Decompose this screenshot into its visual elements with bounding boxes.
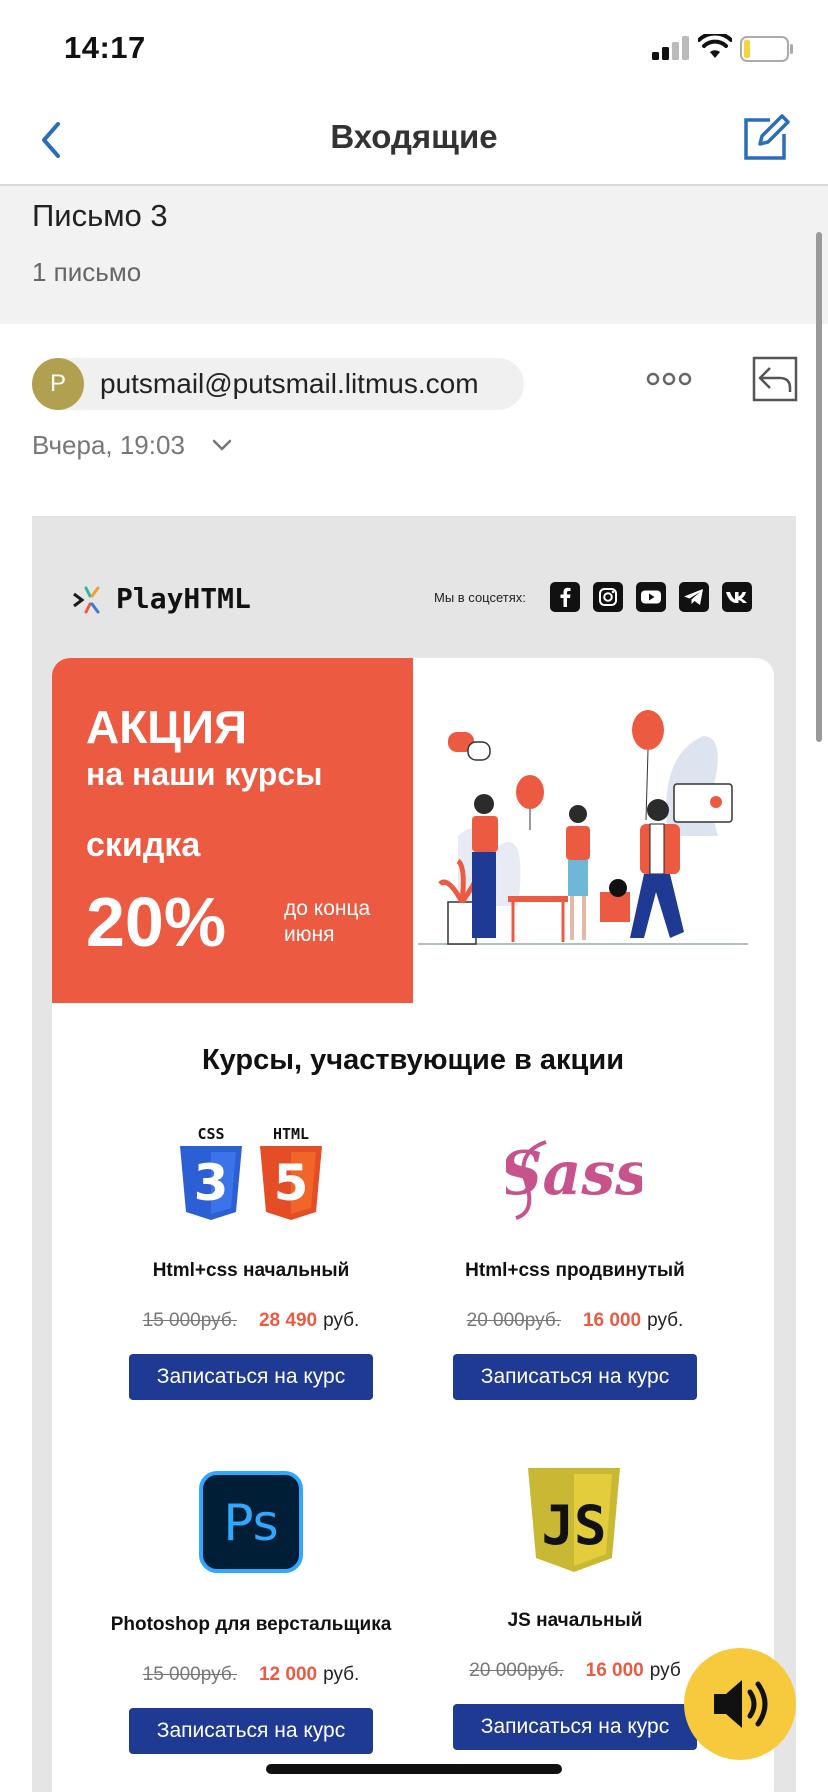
course-name: Html+css продвинутый xyxy=(465,1260,685,1281)
course-name: JS начальный xyxy=(507,1610,643,1631)
nav-title: Входящие xyxy=(330,118,498,155)
speaker-icon xyxy=(714,1680,768,1728)
sass-logo-icon: Sass xyxy=(506,1139,642,1220)
photoshop-logo-icon: Ps xyxy=(199,1471,303,1573)
enroll-button[interactable]: Записаться на курс xyxy=(129,1708,373,1754)
facebook-icon[interactable] xyxy=(550,582,580,612)
svg-text:3: 3 xyxy=(194,1154,229,1212)
html5-logo-icon: HTML 5 xyxy=(260,1125,322,1220)
thread-message-count: 1 письмо xyxy=(32,257,142,287)
message-date[interactable]: Вчера, 19:03 xyxy=(32,430,185,461)
currency: руб. xyxy=(323,1664,360,1685)
course-price: 20 000руб. 16 000 руб. xyxy=(410,1310,740,1332)
battery-icon xyxy=(740,36,793,62)
course-name: Photoshop для верстальщика xyxy=(110,1614,392,1635)
svg-text:Sass: Sass xyxy=(506,1139,642,1209)
playhtml-logo-icon xyxy=(73,586,100,614)
scrollbar[interactable] xyxy=(816,232,822,742)
js-logo-icon: JS xyxy=(528,1468,620,1572)
css-logo-icon: CSS 3 xyxy=(180,1125,242,1220)
compose-icon[interactable] xyxy=(740,114,790,164)
section-title: Курсы, участвующие в акции xyxy=(201,1044,625,1076)
new-price: 16 000 xyxy=(585,1660,644,1681)
enroll-button[interactable]: Записаться на курс xyxy=(129,1354,373,1400)
cellular-signal-icon xyxy=(652,36,689,60)
old-price: 20 000руб. xyxy=(469,1660,564,1681)
course-price: 15 000руб. 28 490 руб. xyxy=(86,1310,416,1332)
new-price: 12 000 xyxy=(258,1664,318,1685)
enroll-button[interactable]: Записаться на курс xyxy=(453,1354,697,1400)
promo-heading: АКЦИЯ xyxy=(86,701,248,753)
promo-until: до конца июня xyxy=(284,897,371,946)
course-price: 15 000руб. 12 000 руб. xyxy=(86,1664,416,1686)
sender-email[interactable]: putsmail@putsmail.litmus.com xyxy=(100,368,479,400)
currency: руб. xyxy=(323,1310,360,1331)
home-indicator[interactable] xyxy=(266,1764,562,1774)
social-label: Мы в соцсетях: xyxy=(434,590,526,605)
status-time: 14:17 xyxy=(64,30,146,65)
old-price: 15 000руб. xyxy=(142,1664,237,1685)
currency: руб xyxy=(649,1660,681,1681)
old-price: 15 000руб. xyxy=(142,1310,237,1331)
telegram-icon[interactable] xyxy=(679,582,709,612)
new-price: 28 490 xyxy=(258,1310,318,1331)
promo-subheading: на наши курсы xyxy=(86,756,323,792)
wifi-icon xyxy=(698,34,732,58)
promo-illustration xyxy=(418,710,748,945)
svg-text:5: 5 xyxy=(274,1154,309,1212)
html-logo-label: HTML xyxy=(273,1125,309,1143)
ps-logo-label: Ps xyxy=(223,1494,278,1552)
new-price: 16 000 xyxy=(582,1310,642,1331)
more-options-icon[interactable] xyxy=(646,372,692,386)
avatar: P xyxy=(32,358,84,410)
brand-name: PlayHTML xyxy=(116,582,251,615)
promo-discount-label: скидка xyxy=(86,826,201,864)
course-name: Html+css начальный xyxy=(152,1260,350,1281)
promo-discount-value: 20% xyxy=(86,883,227,961)
reply-icon[interactable] xyxy=(752,356,798,402)
old-price: 20 000руб. xyxy=(466,1310,561,1331)
js-logo-label: JS xyxy=(541,1494,606,1557)
thread-title: Письмо 3 xyxy=(32,198,168,233)
currency: руб. xyxy=(647,1310,684,1331)
read-aloud-button[interactable] xyxy=(684,1648,796,1760)
vk-icon[interactable] xyxy=(722,582,752,612)
chevron-down-icon[interactable] xyxy=(212,438,232,452)
youtube-icon[interactable] xyxy=(636,582,666,612)
css-logo-label: CSS xyxy=(197,1125,224,1143)
enroll-button[interactable]: Записаться на курс xyxy=(453,1704,697,1750)
instagram-icon[interactable] xyxy=(593,582,623,612)
